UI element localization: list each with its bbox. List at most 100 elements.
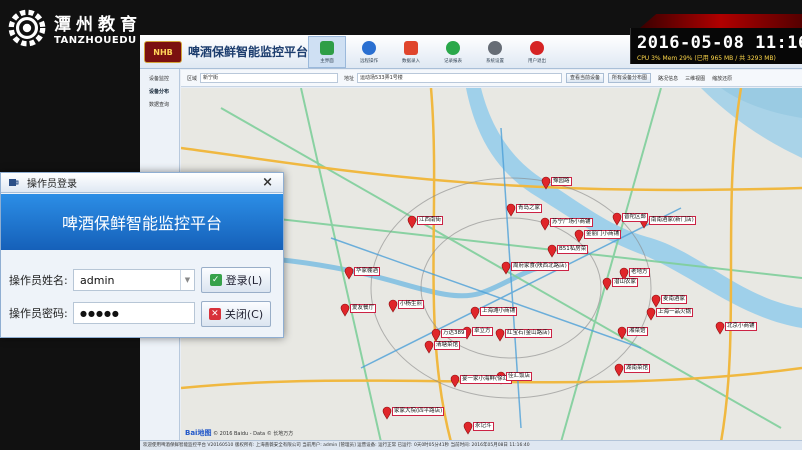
app-title: 啤酒保鲜智能监控平台 xyxy=(188,45,309,59)
map-pin-label[interactable]: 小杨生煎 xyxy=(398,300,425,309)
username-row: 操作员姓名: admin ▼ xyxy=(9,269,195,291)
map-pin-label[interactable]: 爱友餐厅 xyxy=(350,304,377,313)
map-pin-icon[interactable] xyxy=(450,374,460,388)
close-button[interactable]: ✕ 关闭(C) xyxy=(201,301,271,327)
map-pin-icon[interactable] xyxy=(617,326,627,340)
check-icon: ✓ xyxy=(209,274,222,286)
desktop-clock: 2016-05-08 11:16:40 CPU 3% Mem 29% (已用 9… xyxy=(630,28,802,64)
locate-device-button[interactable]: 查看当前设备 xyxy=(566,73,605,83)
map-pin-label[interactable]: 永记斗 xyxy=(473,422,494,431)
map-pin-label[interactable]: 湖南菜馆 xyxy=(624,364,651,373)
nav-home[interactable]: 主界面 xyxy=(308,36,346,68)
sidebar-item-data-query[interactable]: 数据查询 xyxy=(140,95,179,108)
map-pin-label[interactable]: 麦南酒家 xyxy=(661,295,688,304)
x-icon: ✕ xyxy=(208,308,221,320)
address-label: 地址 xyxy=(344,75,355,82)
dialog-title: 操作员登录 xyxy=(27,179,77,190)
password-field[interactable]: ●●●●● xyxy=(73,302,195,324)
map-pin-label[interactable]: 家家大院(四平路店) xyxy=(392,407,445,416)
map-pin-icon[interactable] xyxy=(470,306,480,320)
close-icon[interactable]: × xyxy=(262,175,273,190)
nav-logout-label: 用户退出 xyxy=(528,58,546,64)
login-button-label: 登录(L) xyxy=(225,274,263,287)
map-pin-label[interactable]: 佳汇饭店 xyxy=(506,372,533,381)
map-pin-label[interactable]: 青岛之家 xyxy=(516,204,543,213)
nav-settings[interactable]: 系统设置 xyxy=(476,36,514,68)
status-bar: 欢迎使用啤酒保鲜智能监控平台 V20160510 版权所有: 上海蔷薇安全有限公… xyxy=(140,440,802,450)
address-input[interactable]: 运动场533弄1号楼 xyxy=(357,73,563,83)
nav-logout[interactable]: 用户退出 xyxy=(518,36,556,68)
gear-logo-icon xyxy=(8,9,46,47)
chevron-down-icon[interactable]: ▼ xyxy=(180,270,194,290)
map-pin-icon[interactable] xyxy=(651,294,661,308)
map-pin-label[interactable]: 金丽门小商铺 xyxy=(584,230,622,239)
map-pin-label[interactable]: 湘菜馆 xyxy=(627,327,648,336)
map-pin-label[interactable]: 卓立方 xyxy=(472,327,493,336)
all-devices-button[interactable]: 所有设备分布图 xyxy=(608,73,652,83)
edit-icon xyxy=(404,40,418,55)
region-label: 区域 xyxy=(187,75,198,82)
map-pin-label[interactable]: 万达389 xyxy=(441,329,467,338)
map-pin-icon[interactable] xyxy=(506,203,516,217)
username-label: 操作员姓名: xyxy=(9,274,68,287)
map-copyright-text: © 2016 Baidu - Data © 长地万方 xyxy=(213,431,294,437)
map-pin-label[interactable]: 普陀区邮 xyxy=(622,213,649,222)
nav-remote-label: 远程操作 xyxy=(360,58,378,64)
3d-view-link[interactable]: 三维视图 xyxy=(685,75,705,82)
map-pin-label[interactable]: 华家棚酒 xyxy=(354,267,381,276)
nav-data-entry[interactable]: 数据录入 xyxy=(392,36,430,68)
map-pin-label[interactable]: 上海滩小商铺 xyxy=(480,307,518,316)
baidu-logo: Bai地图 xyxy=(185,429,212,437)
map-pin-icon[interactable] xyxy=(540,217,550,231)
map-pin-icon[interactable] xyxy=(424,340,434,354)
map-pin-icon[interactable] xyxy=(612,212,622,226)
sidebar-item-device-monitor[interactable]: 设备监控 xyxy=(140,69,179,82)
nav-remote[interactable]: 远程操作 xyxy=(350,36,388,68)
map-pin-label[interactable]: 苏宁广场小商铺 xyxy=(550,218,593,227)
map-pin-label[interactable]: 周府家食(陕西北路店) xyxy=(511,262,569,271)
map-pin-icon[interactable] xyxy=(614,363,624,377)
zoom-reset-link[interactable]: 缩放还原 xyxy=(712,75,732,82)
map-pin-icon[interactable] xyxy=(340,303,350,317)
password-row: 操作员密码: ●●●●● xyxy=(9,302,195,324)
map-pin-label[interactable]: B51私房菜 xyxy=(557,245,589,254)
map-pin-label[interactable]: 潜山农家 xyxy=(612,278,639,287)
shield-icon xyxy=(320,40,334,55)
traffic-link[interactable]: 路况信息 xyxy=(658,75,678,82)
main-nav: 主界面 远程操作 数据录入 记录报表 系统设置 用户退出 xyxy=(308,36,556,68)
coffee-icon xyxy=(9,179,19,186)
map-pin-label[interactable]: 豫园路 xyxy=(551,177,572,186)
map-pin-label[interactable]: 宴一家小海鲜(徐汇) xyxy=(460,375,513,384)
power-icon xyxy=(530,40,544,55)
map-pin-label[interactable]: 江西南街 xyxy=(417,216,444,225)
map-pin-icon[interactable] xyxy=(382,406,392,420)
username-field[interactable]: admin ▼ xyxy=(73,269,195,291)
map-pin-label[interactable]: 北京小商铺 xyxy=(725,322,757,331)
map-pin-icon[interactable] xyxy=(547,244,557,258)
map-pin-icon[interactable] xyxy=(388,299,398,313)
map-pin-icon[interactable] xyxy=(715,321,725,335)
sidebar-item-device-distribution[interactable]: 设备分布 xyxy=(140,82,179,95)
login-button[interactable]: ✓ 登录(L) xyxy=(201,267,271,293)
map-pin-label[interactable]: 清塘菜馆 xyxy=(434,341,461,350)
map-pin-label[interactable]: 南南酒家(新门店) xyxy=(649,216,696,225)
screen: NHB 啤酒保鲜智能监控平台 主界面 远程操作 数据录入 记录报表 系统设置 用… xyxy=(0,0,802,450)
username-value: admin xyxy=(80,273,115,287)
map-toolbar: 区域 新宁街 地址 运动场533弄1号楼 查看当前设备 所有设备分布图 路况信息… xyxy=(181,70,802,87)
map-pin-icon[interactable] xyxy=(407,215,417,229)
map-pin-label[interactable]: 上海一品火锅 xyxy=(656,308,694,317)
map-pin-icon[interactable] xyxy=(495,328,505,342)
region-select[interactable]: 新宁街 xyxy=(200,73,339,83)
nav-data-entry-label: 数据录入 xyxy=(402,58,420,64)
map-pin-icon[interactable] xyxy=(463,421,473,435)
watermark-cn: 潭州教育 xyxy=(54,15,142,35)
map-pin-icon[interactable] xyxy=(646,307,656,321)
nav-reports[interactable]: 记录报表 xyxy=(434,36,472,68)
map-pin-label[interactable]: 红宝石(金山路店) xyxy=(505,329,552,338)
map-pin-icon[interactable] xyxy=(344,266,354,280)
report-icon xyxy=(446,40,460,55)
clock-time: 2016-05-08 11:16:40 xyxy=(637,33,802,53)
password-label: 操作员密码: xyxy=(9,307,68,320)
map-pin-icon[interactable] xyxy=(431,328,441,342)
map-pin-label[interactable]: 老地方 xyxy=(629,268,650,277)
